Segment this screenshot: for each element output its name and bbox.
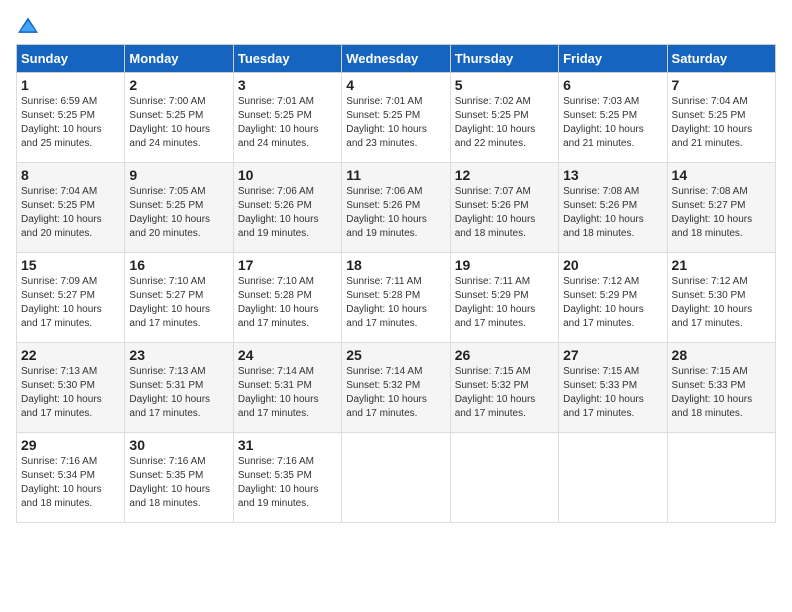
header-sunday: Sunday [17, 45, 125, 73]
calendar-empty [342, 433, 450, 523]
calendar-day-29: 29Sunrise: 7:16 AM Sunset: 5:34 PM Dayli… [17, 433, 125, 523]
calendar-day-14: 14Sunrise: 7:08 AM Sunset: 5:27 PM Dayli… [667, 163, 775, 253]
calendar-day-9: 9Sunrise: 7:05 AM Sunset: 5:25 PM Daylig… [125, 163, 233, 253]
calendar-empty [559, 433, 667, 523]
calendar-week-4: 29Sunrise: 7:16 AM Sunset: 5:34 PM Dayli… [17, 433, 776, 523]
calendar-empty [450, 433, 558, 523]
page-header [16, 16, 776, 36]
header-monday: Monday [125, 45, 233, 73]
calendar-day-2: 2Sunrise: 7:00 AM Sunset: 5:25 PM Daylig… [125, 73, 233, 163]
header-friday: Friday [559, 45, 667, 73]
calendar-day-8: 8Sunrise: 7:04 AM Sunset: 5:25 PM Daylig… [17, 163, 125, 253]
header-thursday: Thursday [450, 45, 558, 73]
calendar-day-17: 17Sunrise: 7:10 AM Sunset: 5:28 PM Dayli… [233, 253, 341, 343]
calendar-day-23: 23Sunrise: 7:13 AM Sunset: 5:31 PM Dayli… [125, 343, 233, 433]
calendar-day-16: 16Sunrise: 7:10 AM Sunset: 5:27 PM Dayli… [125, 253, 233, 343]
calendar-day-31: 31Sunrise: 7:16 AM Sunset: 5:35 PM Dayli… [233, 433, 341, 523]
calendar-day-3: 3Sunrise: 7:01 AM Sunset: 5:25 PM Daylig… [233, 73, 341, 163]
calendar-week-0: 1Sunrise: 6:59 AM Sunset: 5:25 PM Daylig… [17, 73, 776, 163]
calendar-day-30: 30Sunrise: 7:16 AM Sunset: 5:35 PM Dayli… [125, 433, 233, 523]
calendar-table: SundayMondayTuesdayWednesdayThursdayFrid… [16, 44, 776, 523]
calendar-day-4: 4Sunrise: 7:01 AM Sunset: 5:25 PM Daylig… [342, 73, 450, 163]
calendar-day-5: 5Sunrise: 7:02 AM Sunset: 5:25 PM Daylig… [450, 73, 558, 163]
logo-icon [16, 16, 40, 36]
header-wednesday: Wednesday [342, 45, 450, 73]
calendar-day-13: 13Sunrise: 7:08 AM Sunset: 5:26 PM Dayli… [559, 163, 667, 253]
calendar-day-25: 25Sunrise: 7:14 AM Sunset: 5:32 PM Dayli… [342, 343, 450, 433]
calendar-day-22: 22Sunrise: 7:13 AM Sunset: 5:30 PM Dayli… [17, 343, 125, 433]
calendar-day-7: 7Sunrise: 7:04 AM Sunset: 5:25 PM Daylig… [667, 73, 775, 163]
calendar-day-18: 18Sunrise: 7:11 AM Sunset: 5:28 PM Dayli… [342, 253, 450, 343]
calendar-day-15: 15Sunrise: 7:09 AM Sunset: 5:27 PM Dayli… [17, 253, 125, 343]
calendar-day-6: 6Sunrise: 7:03 AM Sunset: 5:25 PM Daylig… [559, 73, 667, 163]
calendar-day-19: 19Sunrise: 7:11 AM Sunset: 5:29 PM Dayli… [450, 253, 558, 343]
calendar-week-2: 15Sunrise: 7:09 AM Sunset: 5:27 PM Dayli… [17, 253, 776, 343]
calendar-day-10: 10Sunrise: 7:06 AM Sunset: 5:26 PM Dayli… [233, 163, 341, 253]
calendar-day-20: 20Sunrise: 7:12 AM Sunset: 5:29 PM Dayli… [559, 253, 667, 343]
calendar-day-24: 24Sunrise: 7:14 AM Sunset: 5:31 PM Dayli… [233, 343, 341, 433]
calendar-day-1: 1Sunrise: 6:59 AM Sunset: 5:25 PM Daylig… [17, 73, 125, 163]
calendar-week-3: 22Sunrise: 7:13 AM Sunset: 5:30 PM Dayli… [17, 343, 776, 433]
calendar-day-12: 12Sunrise: 7:07 AM Sunset: 5:26 PM Dayli… [450, 163, 558, 253]
calendar-empty [667, 433, 775, 523]
header-saturday: Saturday [667, 45, 775, 73]
calendar-day-26: 26Sunrise: 7:15 AM Sunset: 5:32 PM Dayli… [450, 343, 558, 433]
logo [16, 16, 44, 36]
calendar-day-28: 28Sunrise: 7:15 AM Sunset: 5:33 PM Dayli… [667, 343, 775, 433]
days-header-row: SundayMondayTuesdayWednesdayThursdayFrid… [17, 45, 776, 73]
calendar-day-21: 21Sunrise: 7:12 AM Sunset: 5:30 PM Dayli… [667, 253, 775, 343]
header-tuesday: Tuesday [233, 45, 341, 73]
calendar-week-1: 8Sunrise: 7:04 AM Sunset: 5:25 PM Daylig… [17, 163, 776, 253]
calendar-day-11: 11Sunrise: 7:06 AM Sunset: 5:26 PM Dayli… [342, 163, 450, 253]
calendar-day-27: 27Sunrise: 7:15 AM Sunset: 5:33 PM Dayli… [559, 343, 667, 433]
